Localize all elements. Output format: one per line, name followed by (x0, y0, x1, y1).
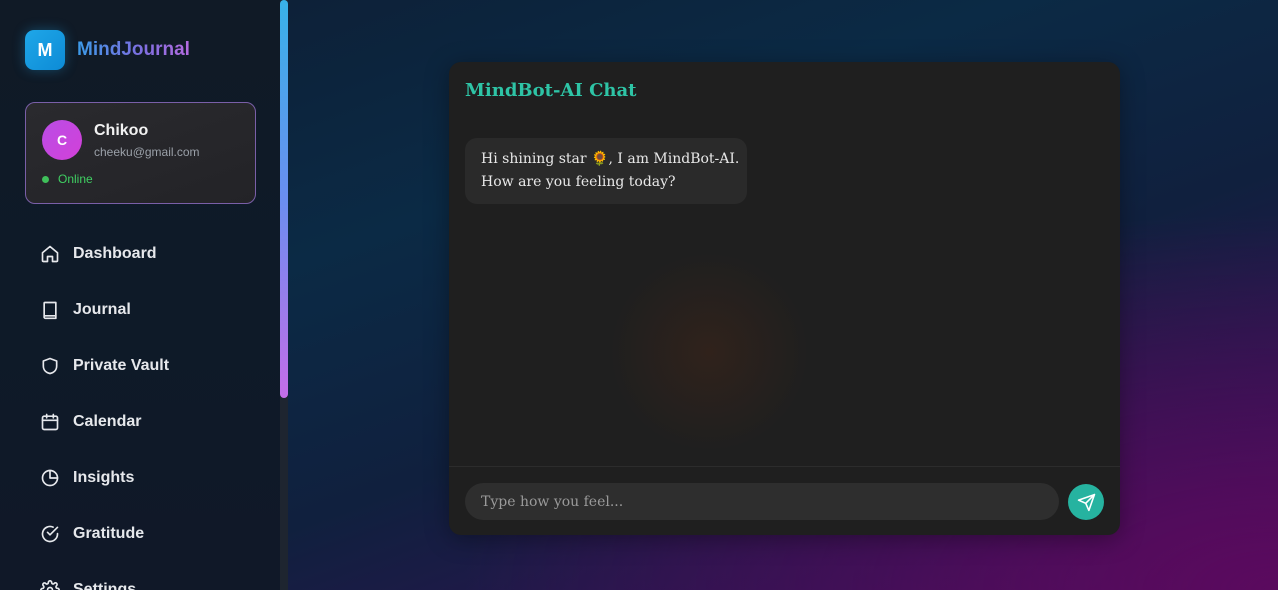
send-button[interactable] (1068, 484, 1104, 520)
send-icon (1077, 493, 1095, 511)
brand-logo: M (25, 30, 65, 70)
sidebar-item-private-vault[interactable]: Private Vault (30, 338, 260, 394)
sidebar-scrollbar[interactable] (280, 0, 288, 590)
home-icon (41, 245, 59, 263)
sidebar-item-calendar[interactable]: Calendar (30, 394, 260, 450)
profile-email: cheeku@gmail.com (94, 145, 200, 159)
sidebar-item-label: Gratitude (73, 525, 145, 542)
check-circle-icon (41, 525, 59, 543)
brand[interactable]: M MindJournal (25, 30, 190, 70)
status-text: Online (58, 172, 93, 186)
gear-icon (40, 580, 60, 590)
chat-panel: MindBot-AI Chat Hi shining star 🌻, I am … (449, 62, 1120, 535)
sidebar-nav: Dashboard Journal Private Vault Calendar… (30, 226, 260, 590)
book-icon (43, 301, 57, 320)
sidebar-item-label: Journal (73, 301, 131, 318)
calendar-icon (41, 413, 59, 431)
bot-message-bubble: Hi shining star 🌻, I am MindBot-AI. How … (465, 138, 747, 204)
profile-name: Chikoo (94, 122, 149, 139)
sidebar-item-label: Dashboard (73, 245, 157, 262)
sidebar-item-gratitude[interactable]: Gratitude (30, 506, 260, 562)
sidebar: M MindJournal C Chikoo cheeku@gmail.com … (0, 0, 280, 590)
chat-background-glow (609, 252, 809, 452)
chat-input-bar (449, 466, 1120, 535)
message-line: How are you feeling today? (481, 174, 676, 190)
sidebar-item-label: Calendar (73, 413, 142, 430)
message-line: Hi shining star 🌻, I am MindBot-AI. (481, 151, 740, 167)
brand-name: MindJournal (77, 39, 190, 60)
chat-input[interactable] (465, 483, 1059, 520)
profile-card[interactable]: C Chikoo cheeku@gmail.com Online (25, 102, 256, 204)
sidebar-item-journal[interactable]: Journal (30, 282, 260, 338)
status-dot (42, 176, 49, 183)
pie-chart-icon (41, 469, 59, 487)
chat-title: MindBot-AI Chat (465, 80, 637, 101)
sidebar-item-settings[interactable]: Settings (30, 562, 260, 590)
sidebar-item-insights[interactable]: Insights (30, 450, 260, 506)
sidebar-item-dashboard[interactable]: Dashboard (30, 226, 260, 282)
sidebar-item-label: Settings (73, 581, 137, 590)
shield-icon (42, 357, 58, 375)
sidebar-scrollbar-thumb[interactable] (280, 0, 288, 398)
avatar: C (42, 120, 82, 160)
sidebar-item-label: Insights (73, 469, 135, 486)
sidebar-item-label: Private Vault (73, 357, 170, 374)
